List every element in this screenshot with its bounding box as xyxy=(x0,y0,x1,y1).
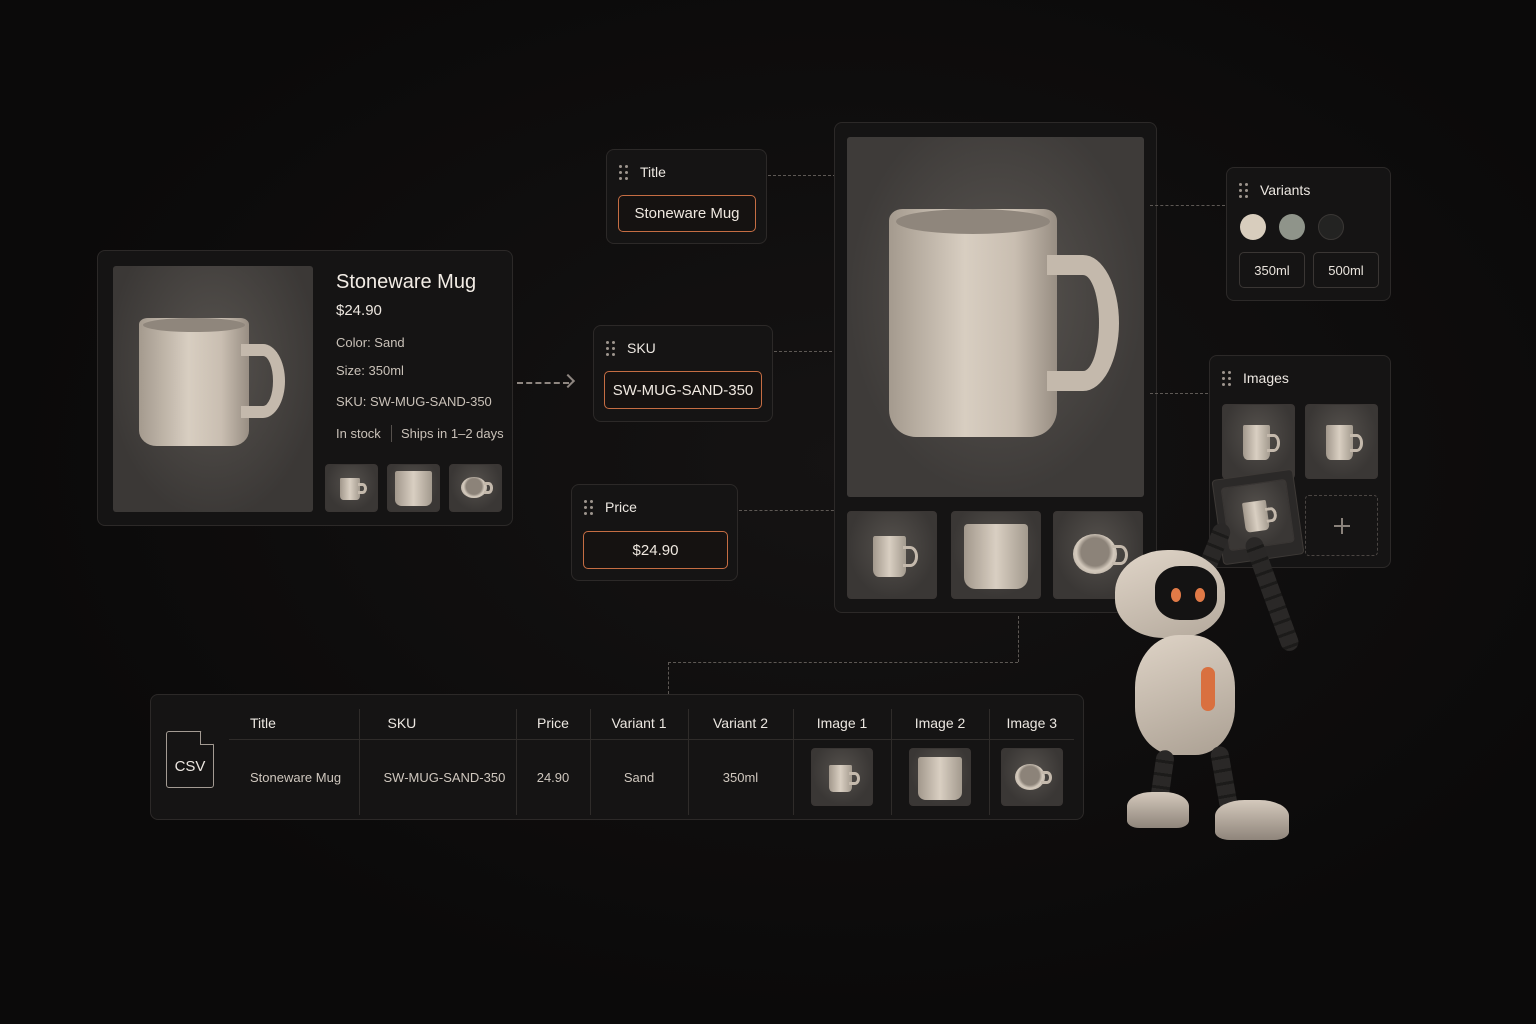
robot-head xyxy=(1115,550,1225,638)
product-color: Color: Sand xyxy=(336,335,405,350)
images-thumb-1[interactable] xyxy=(1222,404,1295,479)
variants-connector xyxy=(1150,205,1225,206)
csv-header-sku: SKU xyxy=(358,709,516,740)
product-thumb-2[interactable] xyxy=(387,464,440,512)
table-row[interactable]: Stoneware Mug SW-MUG-SAND-350 24.90 Sand… xyxy=(229,739,1074,815)
variants-panel: Variants 350ml 500ml xyxy=(1226,167,1391,301)
csv-cell-image-2 xyxy=(890,739,989,815)
product-thumb-3[interactable] xyxy=(449,464,502,512)
csv-header-image-1: Image 1 xyxy=(792,709,891,740)
csv-header-title: Title xyxy=(229,709,359,740)
sku-field-label: SKU xyxy=(627,340,656,356)
csv-header-image-3: Image 3 xyxy=(988,709,1074,740)
sku-field-header: SKU xyxy=(606,340,656,356)
csv-header-variant-2: Variant 2 xyxy=(687,709,793,740)
title-field-header: Title xyxy=(619,164,666,180)
images-header: Images xyxy=(1222,370,1289,386)
product-size: Size: 350ml xyxy=(336,363,404,378)
product-price: $24.90 xyxy=(336,302,382,319)
title-field-panel: Title Stoneware Mug xyxy=(606,149,767,244)
sku-field-input[interactable]: SW-MUG-SAND-350 xyxy=(604,371,762,409)
csv-cell-image-1 xyxy=(792,739,891,815)
size-option-500[interactable]: 500ml xyxy=(1313,252,1379,288)
price-connector xyxy=(739,510,839,511)
variants-header: Variants xyxy=(1239,182,1310,198)
csv-connector-h xyxy=(668,662,1018,663)
price-field-input[interactable]: $24.90 xyxy=(583,531,728,569)
drag-handle-icon[interactable] xyxy=(1222,370,1231,386)
drag-handle-icon[interactable] xyxy=(606,340,615,356)
csv-connector-v2 xyxy=(668,662,669,694)
csv-header-image-2: Image 2 xyxy=(890,709,989,740)
stock-divider xyxy=(391,425,392,442)
editor-thumb-2[interactable] xyxy=(951,511,1041,599)
card-arrow-line xyxy=(517,382,569,384)
product-thumb-1[interactable] xyxy=(325,464,378,512)
robot-mascot xyxy=(1105,468,1310,850)
price-field-header: Price xyxy=(584,499,637,515)
plus-icon xyxy=(1333,517,1350,534)
large-product-image[interactable] xyxy=(847,137,1144,497)
price-field-label: Price xyxy=(605,499,637,515)
product-stock: In stock xyxy=(336,426,381,441)
csv-connector-v1 xyxy=(1018,616,1019,662)
csv-cell-price: 24.90 xyxy=(515,739,590,815)
product-sku: SKU: SW-MUG-SAND-350 xyxy=(336,394,492,409)
drag-handle-icon[interactable] xyxy=(584,499,593,515)
images-thumb-2[interactable] xyxy=(1305,404,1378,479)
csv-image-1-thumb[interactable] xyxy=(811,748,873,807)
drag-handle-icon[interactable] xyxy=(1239,182,1248,198)
csv-header-price: Price xyxy=(515,709,590,740)
product-card: Stoneware Mug $24.90 Color: Sand Size: 3… xyxy=(97,250,513,526)
drag-handle-icon[interactable] xyxy=(619,164,628,180)
csv-cell-variant-2: 350ml xyxy=(687,739,793,815)
images-connector xyxy=(1150,393,1208,394)
csv-table: Title SKU Price Variant 1 Variant 2 Imag… xyxy=(229,709,1074,815)
csv-export-panel: CSV Title SKU Price Variant 1 Variant 2 … xyxy=(150,694,1084,820)
arrow-right-icon xyxy=(560,373,576,389)
editor-thumb-1[interactable] xyxy=(847,511,937,599)
swatch-charcoal[interactable] xyxy=(1318,214,1344,240)
swatch-sage[interactable] xyxy=(1279,214,1305,240)
size-option-350[interactable]: 350ml xyxy=(1239,252,1305,288)
product-main-image xyxy=(113,266,313,512)
price-field-panel: Price $24.90 xyxy=(571,484,738,581)
title-field-label: Title xyxy=(640,164,666,180)
sku-field-panel: SKU SW-MUG-SAND-350 xyxy=(593,325,773,422)
csv-cell-sku: SW-MUG-SAND-350 xyxy=(358,739,516,815)
csv-file-icon[interactable]: CSV xyxy=(166,731,214,788)
csv-image-2-thumb[interactable] xyxy=(909,748,971,807)
csv-cell-title: Stoneware Mug xyxy=(250,769,342,785)
csv-image-3-thumb[interactable] xyxy=(1000,748,1063,807)
add-image-button[interactable] xyxy=(1305,495,1378,556)
csv-file-label: CSV xyxy=(174,758,206,775)
title-field-input[interactable]: Stoneware Mug xyxy=(618,195,756,232)
product-title: Stoneware Mug xyxy=(336,271,477,293)
robot-body xyxy=(1135,635,1235,755)
csv-header-variant-1: Variant 1 xyxy=(589,709,688,740)
variants-label: Variants xyxy=(1260,182,1311,198)
images-label: Images xyxy=(1243,370,1289,386)
csv-cell-image-3 xyxy=(988,739,1074,815)
swatch-sand[interactable] xyxy=(1240,214,1266,240)
csv-cell-variant-1: Sand xyxy=(589,739,688,815)
product-shipping: Ships in 1–2 days xyxy=(401,426,504,441)
